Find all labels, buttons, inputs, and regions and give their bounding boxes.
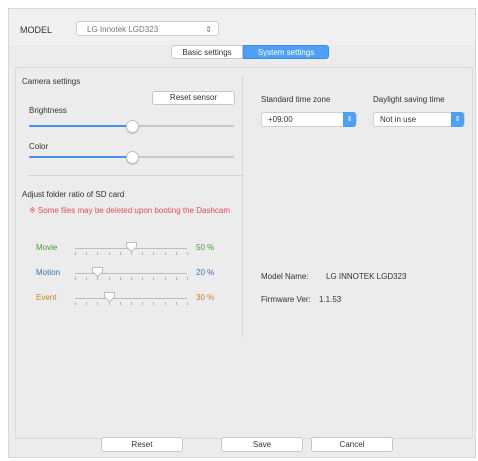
model-name-label: Model Name: xyxy=(261,272,309,281)
sd-row-percent: 50 % xyxy=(196,243,215,252)
slider-tick xyxy=(131,277,132,280)
brightness-slider-knob[interactable] xyxy=(125,120,139,133)
dashcam-settings-window: MODEL LG Innotek LGD323 ⇕ Basic settings… xyxy=(8,8,476,458)
firmware-label: Firmware Ver: xyxy=(261,295,311,304)
slider-tick xyxy=(142,277,144,280)
slider-tick xyxy=(97,277,99,280)
slider-tick xyxy=(108,277,110,280)
model-label: MODEL xyxy=(20,25,53,35)
sd-row-label: Event xyxy=(36,293,57,302)
slider-tick xyxy=(131,252,132,255)
tab-basic-settings[interactable]: Basic settings xyxy=(171,45,243,59)
slider-tick xyxy=(187,252,188,255)
time-zone-value: +09:00 xyxy=(268,115,293,124)
color-label: Color xyxy=(29,142,49,151)
horizontal-divider xyxy=(28,175,244,176)
slider-tick xyxy=(153,252,155,255)
firmware-value: 1.1.53 xyxy=(319,295,342,304)
sd-ratio-slider[interactable] xyxy=(75,242,188,255)
slider-tick xyxy=(175,277,177,280)
color-slider[interactable] xyxy=(29,151,234,164)
model-name-value: LG INNOTEK LGD323 xyxy=(326,272,407,281)
save-button[interactable]: Save xyxy=(221,437,303,452)
slider-tick xyxy=(164,277,166,280)
slider-tick xyxy=(164,252,166,255)
time-zone-label: Standard time zone xyxy=(261,95,331,104)
slider-tick xyxy=(86,252,88,255)
slider-tick xyxy=(119,302,121,305)
slider-tick xyxy=(75,302,76,305)
brightness-label: Brightness xyxy=(29,106,67,115)
slider-tick xyxy=(119,252,121,255)
sd-ratio-slider[interactable] xyxy=(75,292,188,305)
slider-tick xyxy=(175,252,177,255)
slider-tick xyxy=(86,302,88,305)
brightness-slider-fill xyxy=(29,125,132,127)
sd-card-warning: ※ Some files may be deleted upon booting… xyxy=(29,206,231,215)
cancel-button[interactable]: Cancel xyxy=(311,437,393,452)
settings-panel: Camera settings Reset sensor Brightness … xyxy=(15,67,473,439)
sd-row-percent: 30 % xyxy=(196,293,215,302)
sd-row-label: Movie xyxy=(36,243,58,252)
slider-tick xyxy=(142,252,144,255)
tab-system-settings[interactable]: System settings xyxy=(243,45,329,59)
slider-tick xyxy=(108,302,110,305)
slider-tick xyxy=(119,277,121,280)
slider-tick xyxy=(75,277,76,280)
dst-value: Not in use xyxy=(380,115,417,124)
color-slider-fill xyxy=(29,156,132,158)
model-select-value: LG Innotek LGD323 xyxy=(87,25,159,34)
select-arrows-icon: ⇕ xyxy=(205,25,212,34)
slider-tick xyxy=(86,277,88,280)
reset-button[interactable]: Reset xyxy=(101,437,183,452)
slider-tick xyxy=(164,302,166,305)
slider-tick xyxy=(75,252,76,255)
slider-tick xyxy=(97,252,99,255)
brightness-slider[interactable] xyxy=(29,120,234,133)
sd-row-label: Motion xyxy=(36,268,61,277)
reset-sensor-button[interactable]: Reset sensor xyxy=(152,91,235,105)
slider-tick xyxy=(153,302,155,305)
settings-tabs: Basic settings System settings xyxy=(171,45,329,59)
slider-tick xyxy=(142,302,144,305)
slider-tick xyxy=(153,277,155,280)
sd-card-title: Adjust folder ratio of SD card xyxy=(22,190,125,199)
sd-row-percent: 20 % xyxy=(196,268,215,277)
vertical-divider xyxy=(242,76,243,338)
slider-tick xyxy=(97,302,99,305)
top-bar: MODEL LG Innotek LGD323 ⇕ xyxy=(9,9,475,45)
color-slider-knob[interactable] xyxy=(125,151,139,164)
dst-label: Daylight saving time xyxy=(373,95,445,104)
slider-tick xyxy=(108,252,110,255)
chevron-updown-icon: ⇕ xyxy=(451,112,464,127)
dst-select[interactable]: Not in use ⇕ xyxy=(373,112,465,127)
slider-tick xyxy=(131,302,132,305)
camera-settings-title: Camera settings xyxy=(22,77,81,86)
slider-tick xyxy=(187,277,188,280)
sd-ratio-slider[interactable] xyxy=(75,267,188,280)
model-select[interactable]: LG Innotek LGD323 ⇕ xyxy=(76,21,219,36)
slider-tick xyxy=(175,302,177,305)
slider-tick xyxy=(187,302,188,305)
time-zone-select[interactable]: +09:00 ⇕ xyxy=(261,112,357,127)
chevron-updown-icon: ⇕ xyxy=(343,112,356,127)
